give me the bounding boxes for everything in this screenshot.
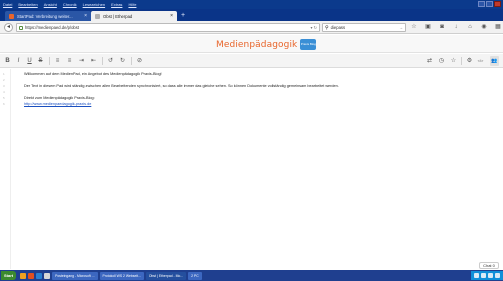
update-icon[interactable] <box>495 273 500 278</box>
chat-count: 0 <box>492 263 495 268</box>
maximize-icon[interactable] <box>486 1 493 7</box>
navigation-bar: ◂ https://medienpaed.de/p/obst ▾ ↻ ⚲ die… <box>0 21 503 34</box>
window-controls <box>478 1 501 7</box>
menu-chronik[interactable]: Chronik <box>60 2 80 7</box>
line-number: 5 <box>3 96 5 100</box>
pad-editor[interactable]: 1 2 3 4 5 6 Willkommen auf dem MedienPad… <box>0 69 503 269</box>
line-number: 6 <box>3 102 5 106</box>
grid-icon[interactable]: ▦ <box>494 23 502 31</box>
redo-button[interactable]: ↻ <box>118 56 127 66</box>
line-number: 2 <box>3 78 5 82</box>
editor-toolbar: B I U S ≡ ≡ ⇥ ⇤ ↺ ↻ ⊘ ⇄ ◷ ☆ ⚙ </> 👥 <box>0 54 503 68</box>
brand-title: Medienpädagogik <box>216 39 298 50</box>
line-number: 4 <box>3 90 5 94</box>
menu-datei[interactable]: Datei <box>0 2 15 7</box>
lock-icon <box>19 25 23 30</box>
italic-button[interactable]: I <box>14 56 23 66</box>
pad-link[interactable]: http://www.medienpaedagogik-praxis.de <box>24 102 91 106</box>
shield-icon[interactable]: ◉ <box>480 23 488 31</box>
taskbar: Start Posteingang - Microsoft ... Protok… <box>0 270 503 281</box>
system-tray <box>471 271 503 280</box>
pad-line[interactable]: Der Text in diesem Pad wird ständig zwis… <box>24 84 339 88</box>
folder-icon[interactable] <box>20 272 27 279</box>
pocket-icon[interactable]: ◙ <box>438 23 446 31</box>
tab-title: StartPad: Verbreitung weiter... <box>17 13 73 19</box>
new-tab-button[interactable]: + <box>181 12 185 19</box>
timeslider-button[interactable]: ◷ <box>437 56 446 66</box>
clipboard-icon[interactable]: ▣ <box>424 23 432 31</box>
tab-obst-etherpad[interactable]: Obst | Etherpad × <box>91 11 177 21</box>
etherpad-favicon-icon <box>9 13 14 19</box>
start-label: Start <box>4 273 14 278</box>
pad-header: Medienpädagogik Praxis Blog <box>0 35 503 53</box>
tab-startpad[interactable]: StartPad: Verbreitung weiter... × <box>5 11 91 21</box>
task-etherpad[interactable]: Obst | Etherpad - Mo... <box>145 271 187 280</box>
chat-button[interactable]: Chat 0 <box>479 262 499 269</box>
task-pc[interactable]: 2 PC <box>188 271 202 280</box>
close-window-icon[interactable] <box>494 1 501 7</box>
security-icon[interactable] <box>488 273 493 278</box>
firefox-icon[interactable] <box>28 272 35 279</box>
tab-strip: StartPad: Verbreitung weiter... × Obst |… <box>0 9 503 21</box>
star-icon[interactable]: ☆ <box>410 23 418 31</box>
start-button[interactable]: Start <box>1 271 17 280</box>
volume-icon[interactable] <box>481 273 486 278</box>
ie-icon[interactable] <box>36 272 43 279</box>
settings-button[interactable]: ⚙ <box>465 56 474 66</box>
toolbar-icons: ☆ ▣ ◙ ↓ ⌂ ◉ ▦ ≡ <box>410 23 503 31</box>
line-number: 1 <box>3 72 5 76</box>
reload-icon[interactable]: ▾ ↻ <box>311 25 317 30</box>
task-protokoll[interactable]: Protokoll WS 2 Webseit... <box>99 271 144 280</box>
close-tab-icon[interactable]: × <box>170 13 173 19</box>
tab-title: Obst | Etherpad <box>103 13 133 19</box>
home-icon[interactable]: ⌂ <box>466 23 474 31</box>
ordered-list-button[interactable]: ≡ <box>53 56 62 66</box>
toolbar-divider <box>49 57 50 65</box>
line-number-gutter: 1 2 3 4 5 6 <box>0 69 11 269</box>
network-icon[interactable] <box>474 273 479 278</box>
strikethrough-button[interactable]: S <box>36 56 45 66</box>
menu-ansicht[interactable]: Ansicht <box>41 2 60 7</box>
toolbar-divider <box>461 57 462 65</box>
etherpad-favicon-icon <box>95 13 100 19</box>
search-go-icon[interactable]: → <box>399 25 403 30</box>
outdent-button[interactable]: ⇤ <box>89 56 98 66</box>
unordered-list-button[interactable]: ≡ <box>65 56 74 66</box>
brand[interactable]: Medienpädagogik Praxis Blog <box>216 39 317 50</box>
menu-hilfe[interactable]: Hilfe <box>125 2 139 7</box>
brand-logo-icon: Praxis Blog <box>300 39 317 50</box>
menu-bearbeiten[interactable]: Bearbeiten <box>15 2 40 7</box>
embed-button[interactable]: </> <box>476 56 485 66</box>
task-outlook[interactable]: Posteingang - Microsoft ... <box>52 271 98 280</box>
underline-button[interactable]: U <box>25 56 34 66</box>
quick-launch <box>20 272 51 279</box>
url-bar[interactable]: https://medienpaed.de/p/obst ▾ ↻ <box>16 23 320 32</box>
users-button[interactable]: 👥 <box>490 56 499 66</box>
menu-bar: Datei Bearbeiten Ansicht Chronik Lesezei… <box>0 0 503 9</box>
import-export-button[interactable]: ⇄ <box>425 56 434 66</box>
search-icon: ⚲ <box>325 24 329 31</box>
undo-button[interactable]: ↺ <box>106 56 115 66</box>
menu-lesezeichen[interactable]: Lesezeichen <box>80 2 108 7</box>
line-number: 3 <box>3 84 5 88</box>
toolbar-divider <box>131 57 132 65</box>
desktop-icon[interactable] <box>44 272 51 279</box>
pad-line[interactable]: Willkommen auf dem MedienPad, ein Angebo… <box>24 72 162 76</box>
clear-authorship-button[interactable]: ⊘ <box>135 56 144 66</box>
search-bar[interactable]: ⚲ diepass → <box>322 23 406 32</box>
bold-button[interactable]: B <box>3 56 12 66</box>
search-query: diepass <box>330 25 346 30</box>
pad-line[interactable]: Direkt zum Medienpädagogik Praxis-Blog: <box>24 96 95 100</box>
url-text: https://medienpaed.de/p/obst <box>25 25 80 30</box>
indent-button[interactable]: ⇥ <box>77 56 86 66</box>
menu-extras[interactable]: Extras <box>108 2 125 7</box>
download-icon[interactable]: ↓ <box>452 23 460 31</box>
close-tab-icon[interactable]: × <box>84 13 87 19</box>
chat-label: Chat <box>483 263 492 268</box>
toolbar-divider <box>102 57 103 65</box>
minimize-icon[interactable] <box>478 1 485 7</box>
star-button[interactable]: ☆ <box>449 56 458 66</box>
back-button[interactable]: ◂ <box>4 23 13 32</box>
